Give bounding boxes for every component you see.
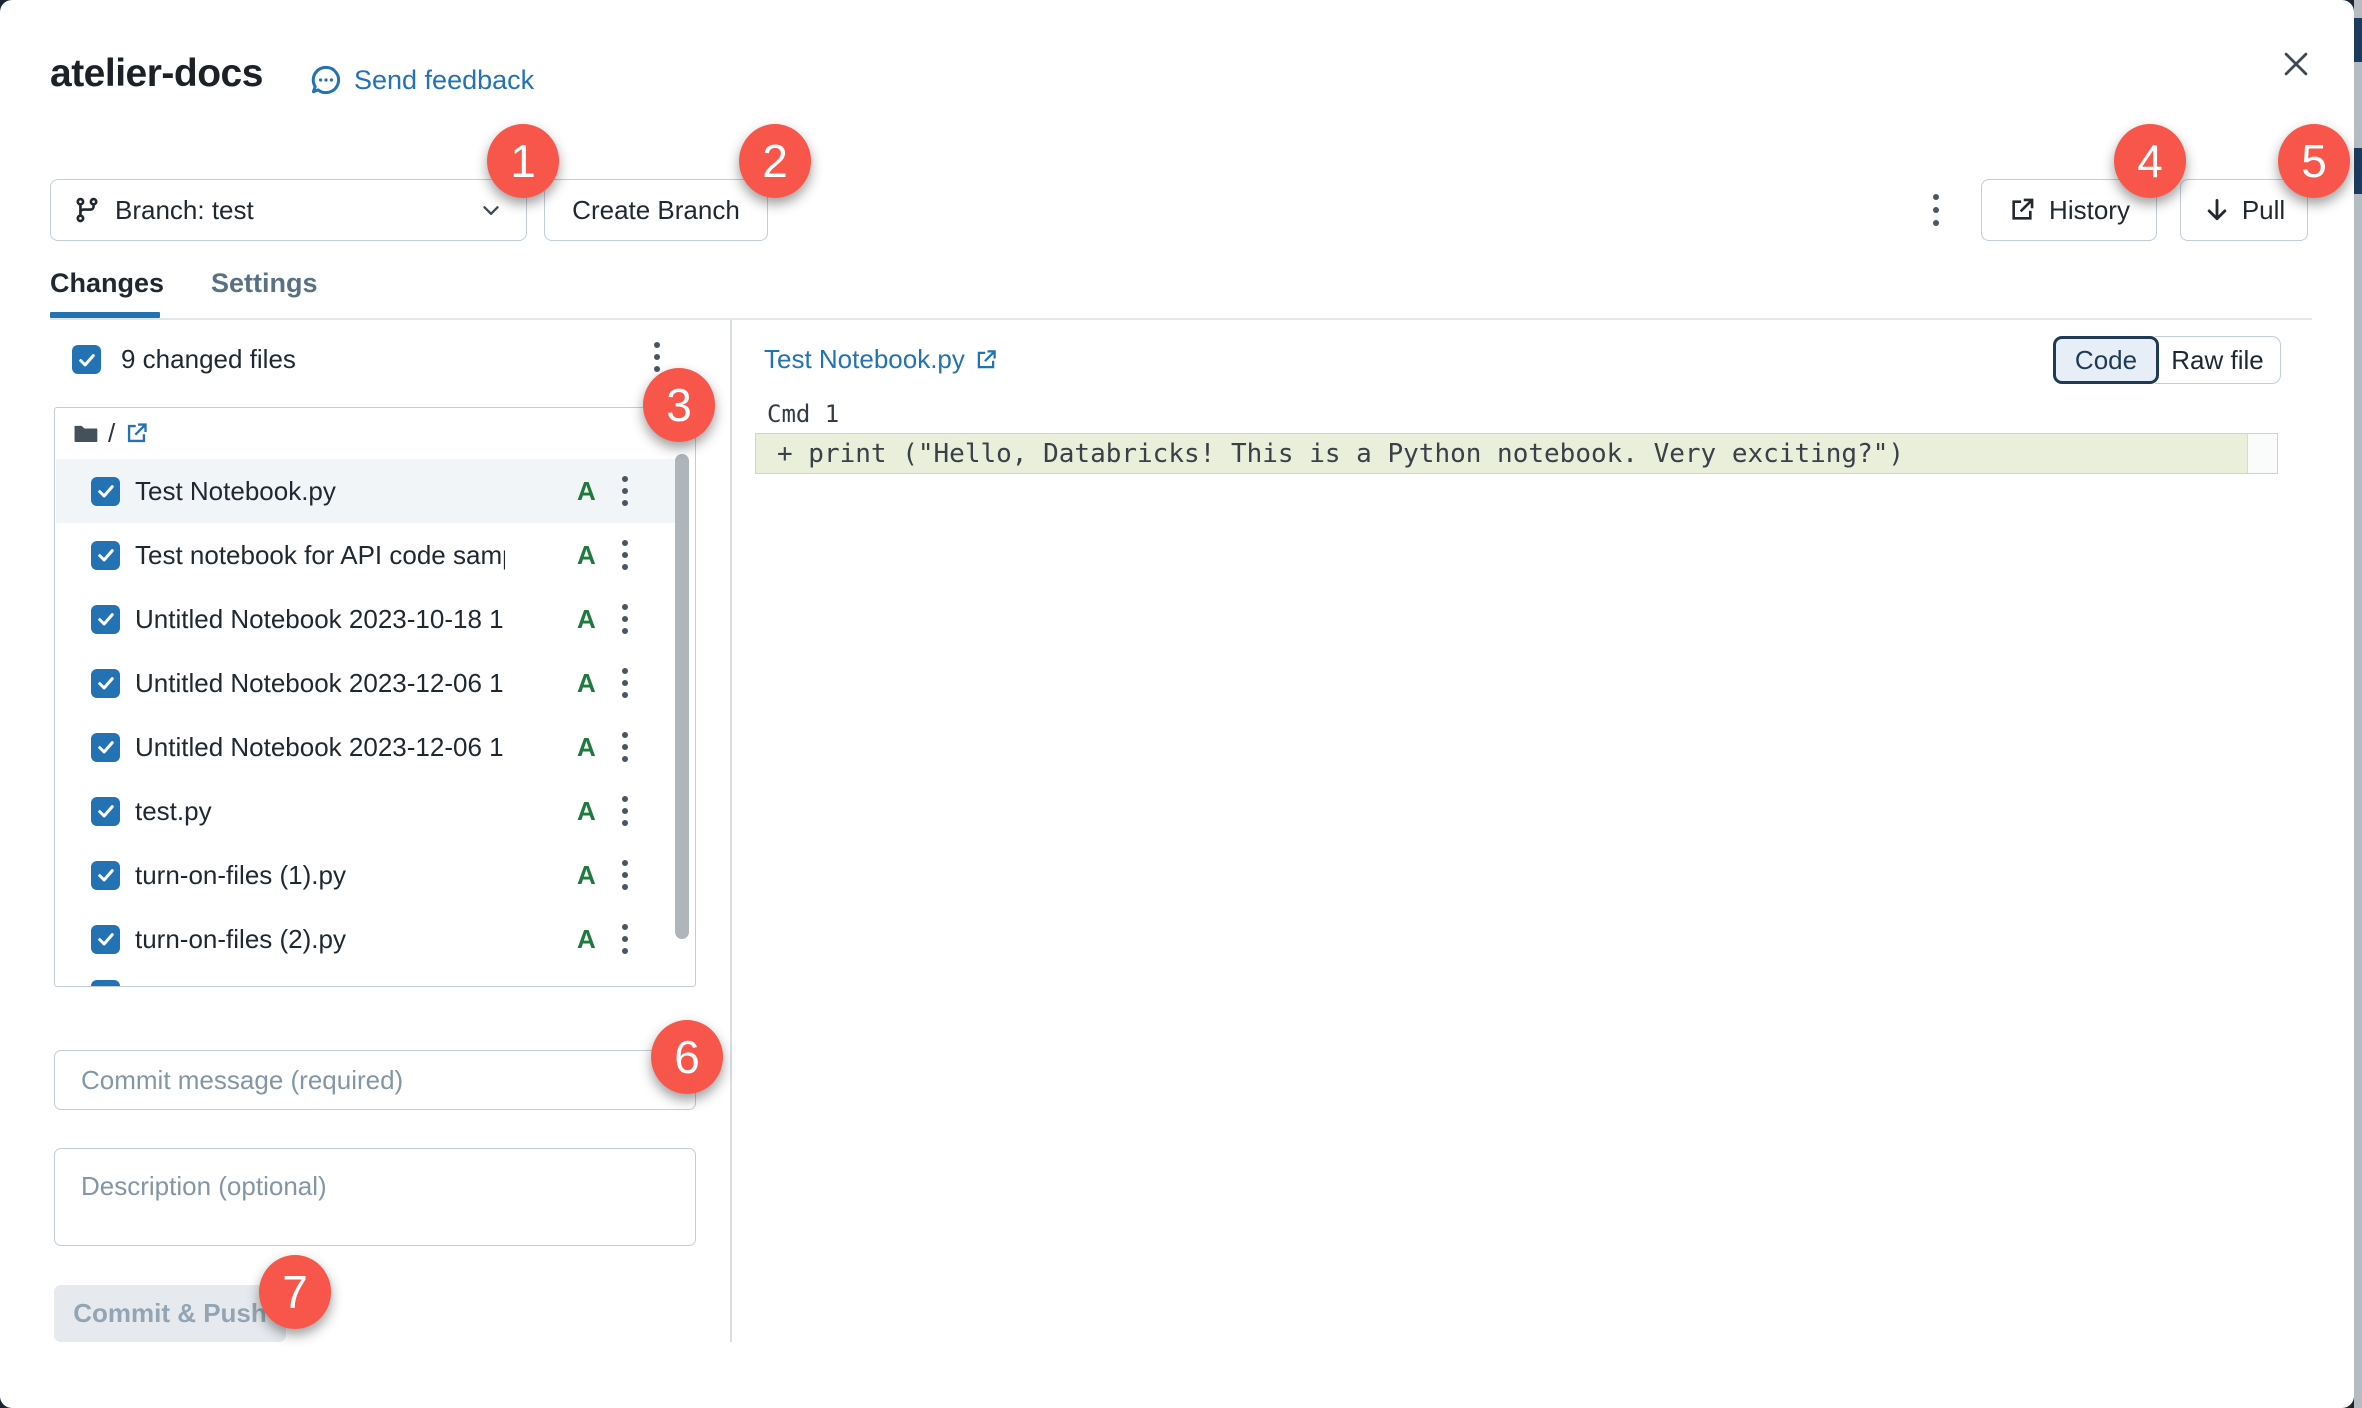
annotation-badge-7: 7 (259, 1255, 331, 1329)
status-badge: A (577, 539, 596, 570)
file-row[interactable]: Untitled Notebook 2023-12-06 1... A (56, 715, 678, 779)
file-name: test.py (135, 795, 212, 826)
status-badge: A (577, 475, 596, 506)
file-name: Untitled Notebook 2023-10-18 1... (135, 603, 505, 634)
file-checkbox[interactable] (91, 924, 120, 954)
file-row[interactable]: Test Notebook.py A (56, 459, 678, 523)
annotation-badge-4: 4 (2114, 124, 2186, 198)
status-badge: A (577, 795, 596, 826)
file-overflow-menu-icon[interactable] (616, 790, 634, 832)
feedback-bubble-icon (308, 62, 344, 98)
file-checkbox[interactable] (91, 732, 120, 762)
clipped-file-checkbox[interactable] (91, 980, 120, 986)
view-toggle: Code Raw file (2053, 336, 2281, 384)
feedback-label: Send feedback (354, 64, 535, 95)
tab-divider (50, 318, 2312, 320)
tab-settings[interactable]: Settings (211, 268, 318, 299)
annotation-badge-1: 1 (487, 124, 559, 198)
status-badge: A (577, 859, 596, 890)
folder-icon (72, 420, 99, 447)
file-row[interactable]: Untitled Notebook 2023-10-18 1... A (56, 587, 678, 651)
repo-title: atelier-docs (50, 52, 263, 95)
changed-files-list: / Test Notebook.py A Test notebook for A… (54, 407, 696, 987)
file-name: Test Notebook.py (135, 475, 336, 506)
scrollbar-segment (2354, 18, 2362, 62)
changed-files-label: 9 changed files (121, 344, 296, 374)
file-overflow-menu-icon[interactable] (616, 662, 634, 704)
annotation-badge-5: 5 (2278, 124, 2350, 198)
scrollbar-segment (2354, 148, 2362, 194)
file-checkbox[interactable] (91, 604, 120, 634)
file-overflow-menu-icon[interactable] (616, 534, 634, 576)
overflow-menu-icon[interactable] (1916, 184, 1956, 236)
diff-added-line: + print ("Hello, Databricks! This is a P… (755, 433, 2278, 474)
file-name: turn-on-files (2).py (135, 923, 346, 954)
preview-file-name: Test Notebook.py (764, 344, 965, 374)
code-gutter (2247, 434, 2277, 473)
file-checkbox[interactable] (91, 860, 120, 890)
select-all-checkbox[interactable] (72, 345, 101, 374)
file-name: turn-on-files (1).py (135, 859, 346, 890)
branch-label: Branch: test (115, 194, 254, 225)
branch-selector[interactable]: Branch: test (50, 179, 527, 241)
status-badge: A (577, 731, 596, 762)
file-checkbox[interactable] (91, 796, 120, 826)
commit-and-push-button[interactable]: Commit & Push (54, 1285, 286, 1342)
open-notebook-external-icon (974, 348, 998, 372)
arrow-down-icon (2203, 196, 2231, 224)
file-overflow-menu-icon[interactable] (616, 726, 634, 768)
create-branch-button[interactable]: Create Branch (544, 179, 768, 241)
code-line: + print ("Hello, Databricks! This is a P… (777, 438, 1905, 469)
annotation-badge-6: 6 (651, 1020, 723, 1094)
annotation-badge-3: 3 (643, 368, 715, 442)
tab-changes[interactable]: Changes (50, 268, 164, 299)
git-branch-icon (73, 196, 101, 224)
file-name: Test notebook for API code sampl... (135, 539, 505, 570)
repo-root-row: / (55, 408, 695, 458)
status-badge: A (577, 603, 596, 634)
open-folder-external-icon[interactable] (124, 421, 149, 446)
file-row[interactable]: test.py A (56, 779, 678, 843)
annotation-badge-2: 2 (739, 124, 811, 198)
file-overflow-menu-icon[interactable] (616, 598, 634, 640)
status-badge: A (577, 667, 596, 698)
file-checkbox[interactable] (91, 668, 120, 698)
toggle-raw-file-button[interactable]: Raw file (2155, 336, 2281, 384)
file-row[interactable]: Untitled Notebook 2023-12-06 1... A (56, 651, 678, 715)
file-name: Untitled Notebook 2023-12-06 1... (135, 667, 505, 698)
file-overflow-menu-icon[interactable] (616, 918, 634, 960)
status-badge: A (577, 923, 596, 954)
chevron-down-icon (478, 197, 504, 223)
file-name: Untitled Notebook 2023-12-06 1... (135, 731, 505, 762)
commit-message-input[interactable] (54, 1050, 696, 1110)
changed-files-summary: 9 changed files (72, 344, 296, 375)
toggle-code-button[interactable]: Code (2053, 336, 2159, 384)
file-overflow-menu-icon[interactable] (616, 470, 634, 512)
git-dialog: atelier-docs Send feedback Branch: test (0, 0, 2354, 1408)
preview-file-link[interactable]: Test Notebook.py (764, 344, 998, 375)
close-icon[interactable] (2276, 44, 2316, 84)
page-scrollbar-strip (2354, 0, 2362, 1408)
file-row[interactable]: turn-on-files (2).py A (56, 907, 678, 971)
create-branch-label: Create Branch (572, 194, 740, 225)
file-overflow-menu-icon[interactable] (616, 854, 634, 896)
file-checkbox[interactable] (91, 540, 120, 570)
pull-label: Pull (2241, 194, 2286, 225)
cmd-label: Cmd 1 (767, 400, 840, 428)
file-row[interactable]: Test notebook for API code sampl... A (56, 523, 678, 587)
send-feedback-link[interactable]: Send feedback (308, 62, 534, 98)
history-label: History (2049, 194, 2130, 225)
file-list-scrollbar[interactable] (675, 454, 689, 939)
file-checkbox[interactable] (91, 476, 120, 506)
file-row[interactable]: turn-on-files (1).py A (56, 843, 678, 907)
folder-path-label: / (108, 417, 116, 448)
commit-description-input[interactable] (54, 1148, 696, 1246)
panel-divider (730, 320, 732, 1342)
external-link-icon (2008, 196, 2036, 224)
